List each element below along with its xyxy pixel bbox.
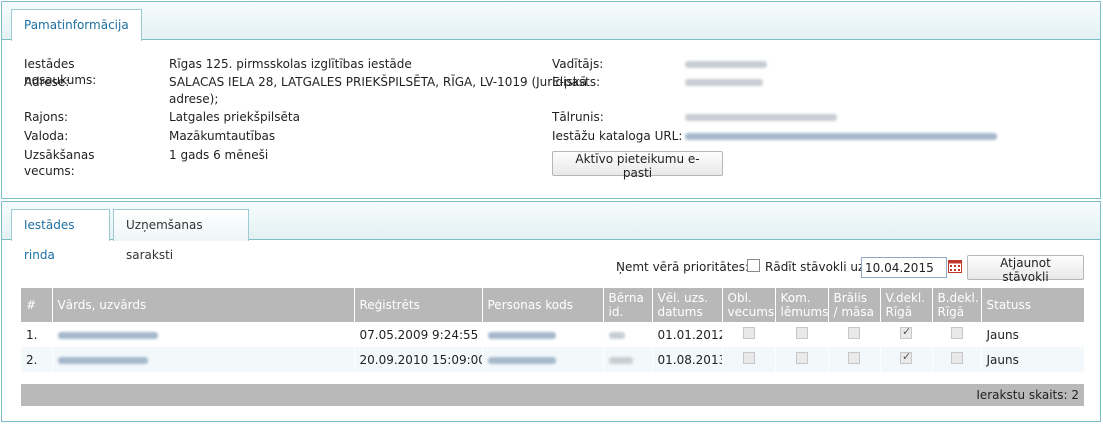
redacted-email bbox=[685, 74, 763, 90]
committee-decision-checkbox bbox=[795, 352, 808, 364]
status-date-input[interactable] bbox=[861, 257, 947, 278]
basic-info-panel: Pamatinformācija Iestādes nosaukums: Rīg… bbox=[1, 1, 1101, 199]
child-name-link[interactable] bbox=[52, 322, 355, 347]
mandatory-age-cell bbox=[722, 322, 776, 347]
queue-table: # Vārds, uzvārds Reģistrēts Personas kod… bbox=[21, 288, 1085, 372]
info-value: Latgales priekšpilsēta bbox=[169, 110, 300, 124]
info-label: Rajons: bbox=[24, 110, 69, 124]
committee-decision-cell bbox=[775, 347, 829, 372]
sibling-checkbox bbox=[848, 352, 860, 364]
table-header-row: # Vārds, uzvārds Reģistrēts Personas kod… bbox=[21, 288, 1085, 322]
info-label: Tālrunis: bbox=[552, 110, 604, 124]
redacted-phone bbox=[685, 109, 837, 125]
info-value-cont: adrese); bbox=[169, 92, 219, 106]
calendar-icon[interactable] bbox=[948, 259, 962, 273]
col-header-mandatory-age[interactable]: Obl. vecums bbox=[722, 288, 776, 322]
top-tabbar: Pamatinformācija bbox=[2, 2, 1100, 41]
record-count-bar: Ierakstu skaits: 2 bbox=[21, 384, 1084, 406]
col-header-name[interactable]: Vārds, uzvārds bbox=[52, 288, 355, 322]
refresh-status-button[interactable]: Atjaunot stāvokli bbox=[967, 255, 1084, 284]
col-header-child-id[interactable]: Bērna id. bbox=[603, 288, 653, 322]
committee-decision-checkbox bbox=[795, 327, 808, 339]
info-label: Valoda: bbox=[24, 129, 69, 143]
col-header-status[interactable]: Statuss bbox=[981, 288, 1085, 322]
b-declared-cell bbox=[932, 347, 982, 372]
col-header-personal-code[interactable]: Personas kods bbox=[482, 288, 604, 322]
info-value: SALACAS IELA 28, LATGALES PRIEKŠPILSĒTA,… bbox=[169, 75, 588, 89]
table-row: 1. 07.05.2009 9:24:55 01.01.2012 Jauns bbox=[21, 322, 1085, 347]
show-status-label: Rādīt stāvokli uz: bbox=[765, 260, 869, 274]
committee-decision-cell bbox=[775, 322, 829, 347]
record-count: Ierakstu skaits: 2 bbox=[976, 388, 1079, 402]
b-declared-checkbox bbox=[950, 352, 963, 364]
registered-cell: 20.09.2010 15:09:00 bbox=[354, 347, 483, 372]
priorities-label: Ņemt vērā prioritātes: bbox=[616, 260, 750, 274]
sibling-cell bbox=[828, 347, 881, 372]
redacted-director bbox=[685, 56, 767, 72]
sibling-checkbox bbox=[848, 327, 860, 339]
queue-panel: Iestādes rinda Uzņemšanas saraksti Ņemt … bbox=[1, 201, 1101, 422]
mandatory-age-checkbox bbox=[742, 327, 755, 339]
info-label: Vadītājs: bbox=[552, 57, 604, 71]
col-header-sibling[interactable]: Brālis / māsa bbox=[828, 288, 881, 322]
redacted-catalog-link[interactable] bbox=[685, 128, 997, 144]
v-declared-checkbox bbox=[900, 325, 912, 339]
registered-cell: 07.05.2009 9:24:55 bbox=[354, 322, 483, 347]
tab-institution-queue[interactable]: Iestādes rinda bbox=[11, 209, 110, 262]
bottom-tabbar: Iestādes rinda Uzņemšanas saraksti bbox=[2, 202, 1100, 262]
child-id-cell bbox=[603, 347, 653, 372]
personal-code-cell bbox=[482, 322, 604, 347]
table-row: 2. 20.09.2010 15:09:00 01.08.2013 Jauns bbox=[21, 347, 1085, 372]
info-value: Rīgas 125. pirmsskolas izglītības iestād… bbox=[169, 57, 412, 71]
status-cell: Jauns bbox=[981, 347, 1085, 372]
personal-code-cell bbox=[482, 347, 604, 372]
mandatory-age-cell bbox=[722, 347, 776, 372]
b-declared-checkbox bbox=[950, 327, 963, 339]
sibling-cell bbox=[828, 322, 881, 347]
row-num: 2. bbox=[21, 347, 53, 372]
mandatory-age-checkbox bbox=[742, 352, 755, 364]
col-header-desired-date[interactable]: Vēl. uzs. datums bbox=[652, 288, 723, 322]
active-applications-email-button[interactable]: Aktīvo pieteikumu e-pasti bbox=[552, 151, 723, 180]
info-label: Uzsākšanas vecums: bbox=[24, 148, 95, 178]
tab-basic-info[interactable]: Pamatinformācija bbox=[11, 9, 142, 41]
child-name-link[interactable] bbox=[52, 347, 355, 372]
col-header-v-declared-riga[interactable]: V.dekl. Rīgā bbox=[880, 288, 933, 322]
priorities-checkbox[interactable] bbox=[747, 259, 760, 272]
col-header-b-declared-riga[interactable]: B.dekl. Rīgā bbox=[932, 288, 982, 322]
info-label: Adrese: bbox=[24, 75, 70, 89]
info-value: Mazākumtautības bbox=[169, 129, 276, 143]
col-header-num: # bbox=[21, 288, 53, 322]
status-cell: Jauns bbox=[981, 322, 1085, 347]
desired-date-cell: 01.08.2013 bbox=[652, 347, 723, 372]
info-value: 1 gads 6 mēneši bbox=[169, 148, 269, 162]
v-declared-cell bbox=[880, 322, 933, 347]
info-label: Iestāžu kataloga URL: bbox=[552, 129, 683, 143]
info-label: E-pasts: bbox=[552, 75, 601, 89]
col-header-committee-decision[interactable]: Kom. lēmums bbox=[775, 288, 829, 322]
row-num: 1. bbox=[21, 322, 53, 347]
b-declared-cell bbox=[932, 322, 982, 347]
desired-date-cell: 01.01.2012 bbox=[652, 322, 723, 347]
child-id-cell bbox=[603, 322, 653, 347]
v-declared-cell bbox=[880, 347, 933, 372]
col-header-registered[interactable]: Reģistrēts bbox=[354, 288, 483, 322]
tab-admission-lists[interactable]: Uzņemšanas saraksti bbox=[113, 209, 249, 262]
v-declared-checkbox bbox=[900, 350, 912, 364]
